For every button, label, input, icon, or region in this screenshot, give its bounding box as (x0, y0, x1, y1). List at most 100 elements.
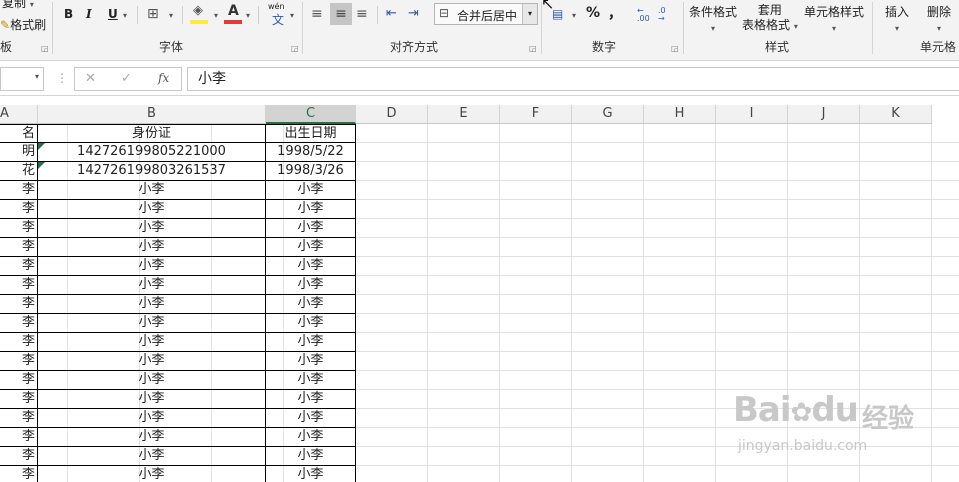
merge-center-button[interactable]: ⊟ 合并后居中 ▾ (434, 3, 538, 25)
cell-a[interactable]: 李 (0, 352, 38, 371)
format-painter-button[interactable]: ✎格式刷 (0, 16, 46, 33)
cell-b[interactable]: 142726199803261537 (38, 162, 266, 181)
cell-b[interactable]: 小李 (38, 181, 266, 200)
cell-c[interactable]: 小李 (266, 390, 356, 409)
cell-b[interactable]: 小李 (38, 276, 266, 295)
underline-button[interactable]: U (108, 7, 118, 21)
cell-a[interactable]: 李 (0, 333, 38, 352)
cell-c[interactable]: 小李 (266, 466, 356, 482)
cell-c[interactable]: 小李 (266, 352, 356, 371)
cell-b[interactable]: 小李 (38, 257, 266, 276)
column-header-h[interactable]: H (644, 105, 716, 124)
cell-b[interactable]: 小李 (38, 238, 266, 257)
cell-b[interactable]: 小李 (38, 409, 266, 428)
clipboard-launcher-icon[interactable]: ◲ (41, 44, 49, 53)
font-launcher-icon[interactable]: ◲ (291, 44, 299, 53)
cell-a[interactable]: 李 (0, 257, 38, 276)
cell-a[interactable]: 李 (0, 447, 38, 466)
column-header-e[interactable]: E (428, 105, 500, 124)
cell-b[interactable]: 小李 (38, 333, 266, 352)
conditional-format-button[interactable]: 条件格式 ▾ (689, 3, 737, 34)
cell-c[interactable]: 小李 (266, 276, 356, 295)
cell-a[interactable]: 李 (0, 371, 38, 390)
cell-c[interactable]: 小李 (266, 219, 356, 238)
italic-button[interactable]: I (86, 7, 92, 21)
increase-decimal-button[interactable]: ← .00 (637, 7, 650, 23)
align-left-icon[interactable]: ≡ (311, 6, 323, 22)
percent-button[interactable]: % (586, 5, 600, 21)
cell-a[interactable]: 明 (0, 143, 38, 162)
cell-c[interactable]: 小李 (266, 314, 356, 333)
cell-c[interactable]: 小李 (266, 200, 356, 219)
column-header-f[interactable]: F (500, 105, 572, 124)
accounting-dropdown-icon[interactable]: ▾ (572, 11, 576, 20)
cell-c[interactable]: 出生日期 (266, 124, 356, 143)
cell-b[interactable]: 小李 (38, 295, 266, 314)
cell-a[interactable]: 李 (0, 200, 38, 219)
error-indicator-icon[interactable] (38, 143, 45, 150)
cell-a[interactable]: 李 (0, 466, 38, 482)
insert-function-icon[interactable]: fx (158, 71, 169, 85)
insert-button[interactable]: 插入 ▾ (885, 3, 909, 34)
fill-color-button[interactable]: ◈ (190, 3, 212, 25)
cell-a[interactable]: 李 (0, 390, 38, 409)
decrease-indent-icon[interactable]: ⇤ (386, 6, 397, 21)
cell-styles-button[interactable]: 单元格样式 ▾ (804, 3, 864, 34)
column-header-c[interactable]: C (266, 105, 356, 124)
fill-dropdown-icon[interactable]: ▾ (214, 11, 218, 20)
decrease-decimal-button[interactable]: .0 → (658, 7, 666, 23)
cancel-icon[interactable]: ✕ (85, 71, 96, 86)
column-header-k[interactable]: K (860, 105, 932, 124)
cell-a[interactable]: 花 (0, 162, 38, 181)
name-box[interactable]: ▾ (0, 67, 44, 91)
column-header-a[interactable]: A (0, 105, 38, 124)
cell-c[interactable]: 小李 (266, 238, 356, 257)
error-indicator-icon[interactable] (38, 162, 45, 169)
formula-input[interactable]: 小李 (187, 67, 959, 91)
cell-c[interactable]: 小李 (266, 428, 356, 447)
cell-a[interactable]: 李 (0, 276, 38, 295)
cell-c[interactable]: 小李 (266, 333, 356, 352)
merge-dropdown-icon[interactable]: ▾ (522, 4, 537, 24)
cell-c[interactable]: 小李 (266, 371, 356, 390)
column-header-i[interactable]: I (716, 105, 788, 124)
column-header-j[interactable]: J (788, 105, 860, 124)
cell-a[interactable]: 李 (0, 295, 38, 314)
phonetic-button[interactable]: wén 文 (266, 2, 290, 27)
cell-a[interactable]: 李 (0, 219, 38, 238)
delete-button[interactable]: 删除 ▾ (927, 3, 951, 34)
cell-a[interactable]: 李 (0, 409, 38, 428)
comma-button[interactable]: ， (608, 3, 622, 23)
cell-a[interactable]: 李 (0, 428, 38, 447)
cell-b[interactable]: 小李 (38, 447, 266, 466)
cell-b[interactable]: 小李 (38, 466, 266, 482)
cell-a[interactable]: 李 (0, 314, 38, 333)
cell-b[interactable]: 小李 (38, 428, 266, 447)
increase-indent-icon[interactable]: ⇥ (408, 6, 419, 21)
format-as-table-button[interactable]: 套用 表格格式 ▾ (742, 3, 798, 34)
font-color-button[interactable]: A (224, 3, 246, 25)
cell-b[interactable]: 小李 (38, 200, 266, 219)
underline-dropdown-icon[interactable]: ▾ (123, 11, 127, 20)
cell-b[interactable]: 小李 (38, 219, 266, 238)
border-icon[interactable]: ⊞ (147, 6, 159, 22)
name-box-dropdown-icon[interactable]: ▾ (35, 72, 39, 81)
cell-a[interactable]: 李 (0, 238, 38, 257)
cell-c[interactable]: 小李 (266, 295, 356, 314)
accounting-format-icon[interactable]: ▤ (552, 7, 563, 21)
cell-b[interactable]: 142726199805221000 (38, 143, 266, 162)
cell-b[interactable]: 小李 (38, 371, 266, 390)
cell-b[interactable]: 身份证 (38, 124, 266, 143)
cell-c[interactable]: 1998/3/26 (266, 162, 356, 181)
enter-icon[interactable]: ✓ (121, 71, 132, 86)
border-dropdown-icon[interactable]: ▾ (169, 11, 173, 20)
formula-bar-resize-handle-icon[interactable]: ⋮ (56, 71, 68, 85)
font-color-dropdown-icon[interactable]: ▾ (246, 11, 250, 20)
cell-c[interactable]: 1998/5/22 (266, 143, 356, 162)
cell-c[interactable]: 小李 (266, 181, 356, 200)
align-right-icon[interactable]: ≡ (356, 6, 368, 22)
bold-button[interactable]: B (64, 7, 73, 21)
cell-a[interactable]: 名 (0, 124, 38, 143)
cell-c[interactable]: 小李 (266, 447, 356, 466)
alignment-launcher-icon[interactable]: ◲ (529, 44, 537, 53)
